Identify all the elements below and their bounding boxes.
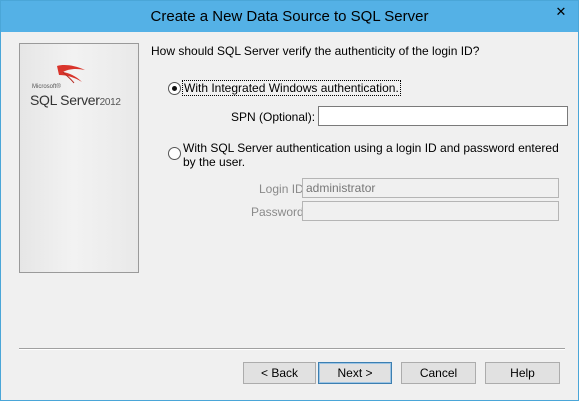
spn-label: SPN (Optional): bbox=[231, 110, 316, 124]
sql-server-logo-panel: Microsoft® SQL Server2012 bbox=[19, 43, 139, 273]
logo-product-label: SQL Server bbox=[30, 92, 100, 108]
title-bar[interactable]: Create a New Data Source to SQL Server ✕ bbox=[1, 1, 578, 32]
logo-year: 2012 bbox=[99, 97, 121, 108]
close-icon: ✕ bbox=[555, 4, 567, 19]
sql-auth-radio[interactable] bbox=[168, 147, 181, 160]
logo-microsoft-text: Microsoft® bbox=[32, 84, 61, 90]
sql-auth-label[interactable]: With SQL Server authentication using a l… bbox=[183, 141, 563, 169]
auth-question: How should SQL Server verify the authent… bbox=[151, 44, 480, 58]
close-button[interactable]: ✕ bbox=[550, 2, 572, 22]
login-id-field[interactable]: administrator bbox=[302, 178, 559, 198]
password-field[interactable] bbox=[302, 201, 559, 221]
dialog-content: Microsoft® SQL Server2012 How should SQL… bbox=[9, 32, 570, 394]
sql-server-logo-icon bbox=[57, 65, 85, 84]
windows-auth-radio[interactable] bbox=[168, 82, 181, 95]
cancel-button[interactable]: Cancel bbox=[401, 362, 476, 384]
login-id-label: Login ID: bbox=[259, 182, 308, 196]
button-separator bbox=[19, 348, 565, 350]
password-label: Password: bbox=[251, 205, 308, 219]
logo-product-name: SQL Server2012 bbox=[30, 92, 121, 108]
back-button[interactable]: < Back bbox=[243, 362, 316, 384]
next-button[interactable]: Next > bbox=[318, 362, 392, 384]
window-title: Create a New Data Source to SQL Server bbox=[150, 8, 429, 25]
dialog-window: Create a New Data Source to SQL Server ✕… bbox=[0, 0, 579, 401]
spn-input[interactable] bbox=[318, 106, 568, 126]
windows-auth-label[interactable]: With Integrated Windows authentication. bbox=[182, 80, 401, 96]
help-button[interactable]: Help bbox=[485, 362, 560, 384]
